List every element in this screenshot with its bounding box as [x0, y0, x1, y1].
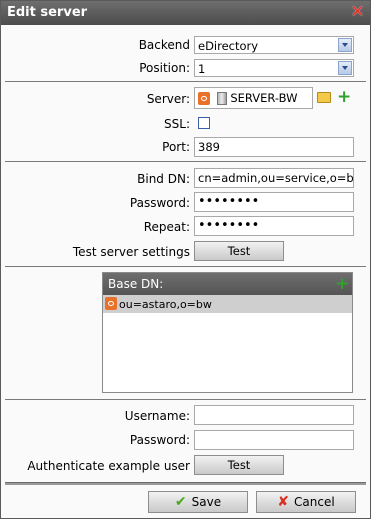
bind-dn-value: cn=admin,ou=service,o=bw: [198, 171, 354, 185]
org-icon: [105, 297, 117, 310]
base-dn-title: Base DN:: [108, 277, 164, 291]
x-icon: ✘: [277, 494, 290, 510]
cancel-label: Cancel: [294, 495, 335, 509]
chevron-down-icon[interactable]: [338, 61, 352, 75]
edit-server-dialog: Edit server ✕ Backend eDirectory Positio…: [0, 0, 371, 519]
password-label: Password:: [129, 196, 190, 210]
backend-select[interactable]: eDirectory: [194, 36, 354, 54]
close-icon[interactable]: ✕: [349, 4, 366, 21]
auth-password-label: Password:: [129, 433, 190, 447]
auth-password-input[interactable]: [194, 430, 354, 450]
repeat-value: ••••••••: [198, 218, 260, 233]
base-dn-header: Base DN: +: [103, 273, 352, 295]
separator: [5, 161, 366, 162]
footer-divider: [5, 482, 366, 485]
server-icon: [216, 92, 227, 105]
position-label: Position:: [139, 61, 190, 75]
repeat-label: Repeat:: [143, 220, 190, 234]
title-bar: Edit server ✕: [1, 1, 370, 25]
save-button[interactable]: ✔ Save: [148, 491, 248, 513]
cancel-button[interactable]: ✘ Cancel: [256, 491, 356, 513]
bind-dn-label: Bind DN:: [137, 172, 190, 186]
ssl-checkbox[interactable]: [198, 117, 210, 129]
port-label: Port:: [162, 140, 190, 154]
base-dn-list: Base DN: + ou=astaro,o=bw: [102, 272, 353, 393]
check-icon: ✔: [174, 494, 187, 510]
port-input[interactable]: 389: [194, 137, 354, 157]
bind-dn-input[interactable]: cn=admin,ou=service,o=bw: [194, 168, 354, 188]
chevron-down-icon[interactable]: [338, 38, 352, 52]
position-value: 1: [198, 62, 206, 76]
separator: [5, 81, 366, 82]
auth-test-button[interactable]: Test: [194, 455, 284, 475]
plus-icon[interactable]: +: [337, 89, 351, 106]
password-value: ••••••••: [198, 194, 260, 209]
separator: [5, 266, 366, 267]
username-input[interactable]: [194, 405, 354, 425]
base-dn-item: ou=astaro,o=bw: [119, 298, 212, 311]
backend-value: eDirectory: [198, 39, 259, 53]
plus-icon[interactable]: +: [335, 276, 349, 293]
save-label: Save: [191, 495, 222, 509]
server-field[interactable]: SERVER-BW: [194, 87, 313, 109]
server-value: SERVER-BW: [230, 91, 298, 105]
port-value: 389: [198, 140, 220, 154]
auth-example-label: Authenticate example user: [27, 459, 190, 473]
username-label: Username:: [124, 409, 190, 423]
repeat-password-input[interactable]: ••••••••: [194, 216, 354, 236]
ssl-label: SSL:: [164, 117, 190, 131]
server-label: Server:: [146, 92, 190, 106]
position-select[interactable]: 1: [194, 59, 354, 77]
list-item[interactable]: ou=astaro,o=bw: [103, 295, 352, 313]
backend-label: Backend: [138, 38, 190, 52]
org-icon: [198, 92, 210, 105]
test-server-button[interactable]: Test: [194, 241, 284, 261]
test-server-label: Test server settings: [72, 245, 190, 259]
password-input[interactable]: ••••••••: [194, 192, 354, 212]
dialog-title: Edit server: [7, 5, 88, 20]
separator: [5, 399, 366, 400]
folder-icon[interactable]: [317, 92, 331, 103]
